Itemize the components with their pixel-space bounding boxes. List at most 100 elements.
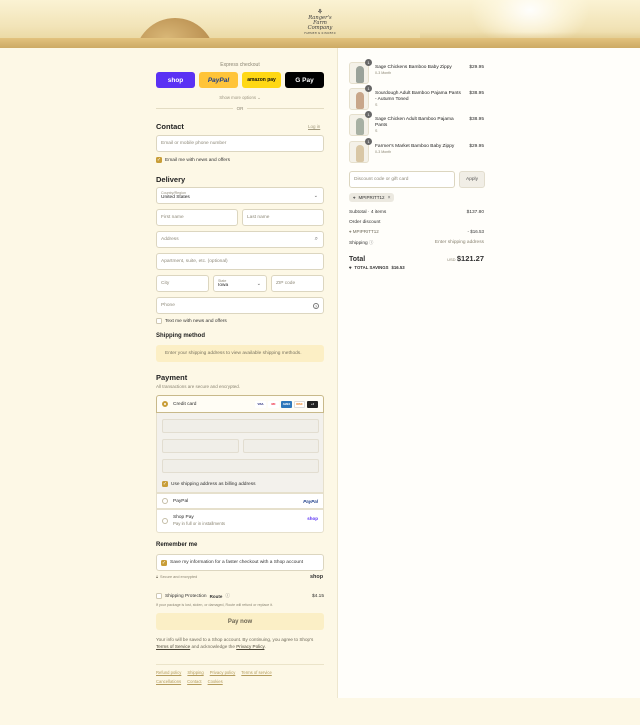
paypal-logo: PayPal — [303, 498, 318, 504]
discount-input[interactable]: Discount code or gift card — [349, 171, 455, 188]
state-select[interactable]: State Iowa ⌄ — [213, 275, 267, 292]
item-price: $29.95 — [469, 65, 484, 70]
subtotal-row: Subtotal · 4 items $137.80 — [349, 210, 484, 215]
quantity-badge: 1 — [365, 138, 372, 145]
card-fields-panel: ✓ Use shipping address as billing address — [156, 413, 324, 493]
shipping-link[interactable]: Shipping — [187, 670, 203, 675]
radio-empty-icon — [162, 518, 168, 524]
first-name-placeholder: First name — [161, 215, 184, 220]
savings-label: TOTAL SAVINGS — [354, 265, 389, 270]
city-input[interactable]: City — [156, 275, 209, 292]
privacy-policy-link[interactable]: Privacy policy — [210, 670, 236, 675]
cancellations-link[interactable]: Cancellations — [156, 679, 181, 684]
chevron-down-icon: ⌄ — [256, 281, 261, 287]
name-on-card-input[interactable] — [162, 459, 319, 473]
paypal-option[interactable]: PayPal PayPal — [156, 493, 324, 509]
billing-checkbox[interactable]: ✓ Use shipping address as billing address — [162, 481, 256, 487]
state-value: Iowa — [218, 283, 229, 288]
tag-icon: ⌖ — [349, 265, 352, 270]
paypal-label: PayPal — [173, 498, 189, 504]
item-name: Sourdough Adult Bamboo Pajama Pants - Au… — [375, 91, 461, 102]
apartment-placeholder: Apartment, suite, etc. (optional) — [161, 259, 228, 264]
quantity-badge: 1 — [365, 59, 372, 66]
contact-title: Contact — [156, 122, 184, 131]
card-number-input[interactable] — [162, 419, 319, 433]
text-news-checkbox[interactable]: Text me with news and offers — [156, 318, 227, 324]
tag-icon: ⌖ — [353, 195, 356, 200]
footer-links-row-2: Cancellations Contact Cookies — [156, 679, 324, 684]
refund-policy-link[interactable]: Refund policy — [156, 670, 181, 675]
paypal-button[interactable]: PayPal — [199, 72, 238, 88]
remember-box[interactable]: ✓ Save my information for a faster check… — [156, 554, 324, 571]
item-name: Sage Chickens Bamboo Baby Zippy — [375, 65, 452, 70]
shipping-notice: Enter your shipping address to view avai… — [156, 345, 324, 362]
checkbox-empty-icon — [156, 318, 162, 324]
lock-icon: 🔒︎ — [156, 575, 159, 579]
item-variant: 0-3 Month — [375, 71, 392, 75]
info-icon[interactable]: ⓘ — [225, 593, 230, 599]
order-discount-label: Order discount — [349, 220, 381, 225]
discover-icon: DISC — [294, 400, 305, 408]
pay-now-button[interactable]: Pay now — [156, 613, 324, 630]
secure-note: 🔒︎ Secure and encrypted — [156, 575, 197, 579]
brand-logo[interactable]: ⚘ Ranger's Farm Company FARMER & KINDRED — [302, 9, 338, 36]
first-name-input[interactable]: First name — [156, 209, 238, 226]
total-label: Total — [349, 256, 366, 263]
checkbox-checked-icon: ✓ — [161, 559, 167, 566]
apartment-input[interactable]: Apartment, suite, etc. (optional) — [156, 253, 324, 270]
legal-text: Your info will be saved to a Shop accoun… — [156, 637, 314, 649]
total-row: Total USD $121.27 — [349, 254, 484, 263]
shipping-protection-checkbox[interactable]: Shipping Protection Route ⓘ — [156, 593, 230, 599]
item-price: $29.95 — [469, 144, 484, 149]
chevron-down-icon: ⌄ — [313, 193, 318, 199]
product-figure — [356, 66, 364, 83]
apply-button[interactable]: Apply — [459, 171, 485, 188]
login-link[interactable]: Log in — [308, 124, 320, 129]
item-variant: S — [375, 103, 378, 107]
help-icon[interactable]: ? — [313, 303, 319, 309]
visa-icon: VISA — [255, 400, 266, 408]
country-value: United States — [161, 195, 190, 200]
product-figure — [356, 118, 364, 135]
applied-code: MPIPRITT12 — [352, 229, 379, 234]
shop-pay-option[interactable]: Shop Pay Pay in full or in installments … — [156, 509, 324, 533]
security-code-input[interactable] — [243, 439, 319, 453]
terms-link[interactable]: Terms of Service — [156, 644, 190, 649]
email-news-checkbox[interactable]: ✓ Email me with news and offers — [156, 157, 230, 163]
remember-label: Save my information for a faster checkou… — [170, 560, 304, 565]
discount-tag: ⌖ MPIPRITT12 × — [349, 193, 395, 202]
header-banner: ⚘ Ranger's Farm Company FARMER & KINDRED — [0, 0, 640, 48]
shop-pay-button[interactable]: shop — [156, 72, 195, 88]
savings-value: $16.53 — [391, 265, 405, 270]
phone-input[interactable]: Phone? — [156, 297, 324, 314]
terms-of-service-link[interactable]: Terms of service — [241, 670, 271, 675]
email-input[interactable]: Email or mobile phone number — [156, 135, 324, 152]
product-figure — [356, 145, 364, 162]
shop-logo-small: shop — [310, 574, 324, 580]
google-pay-button[interactable]: G Pay — [285, 72, 324, 88]
shop-logo: shop — [307, 515, 318, 521]
credit-card-label: Credit card — [173, 401, 197, 407]
credit-card-option[interactable]: Credit card VISA MC AMEX DISC +4 — [156, 395, 324, 413]
cart-item: 1 Sourdough Adult Bamboo Pajama Pants - … — [349, 85, 484, 110]
amazon-pay-button[interactable]: amazon pay — [242, 72, 281, 88]
zip-input[interactable]: ZIP code — [271, 275, 324, 292]
help-icon[interactable]: ⓘ — [369, 240, 373, 245]
total-savings: ⌖ TOTAL SAVINGS $16.53 — [349, 265, 405, 270]
remove-discount-icon[interactable]: × — [388, 195, 391, 201]
text-news-label: Text me with news and offers — [165, 318, 227, 324]
show-more-options[interactable]: Show more options ⌄ — [156, 95, 324, 101]
contact-link[interactable]: Contact — [187, 679, 201, 684]
cart-item: 1 Sage Chicken Adult Bamboo Pajama Pants… — [349, 111, 484, 136]
logo-tagline: FARMER & KINDRED — [304, 32, 336, 35]
expiry-input[interactable] — [162, 439, 239, 453]
country-select[interactable]: Country/Region United States ⌄ — [156, 187, 324, 204]
last-name-input[interactable]: Last name — [242, 209, 324, 226]
logo-line-2: Farm Company — [307, 20, 333, 31]
item-variant: S — [375, 129, 378, 133]
cookies-link[interactable]: Cookies — [208, 679, 223, 684]
privacy-link[interactable]: Privacy Policy — [236, 644, 264, 649]
shipping-method-title: Shipping method — [156, 333, 205, 339]
address-input[interactable]: Address ⌕ — [156, 231, 324, 248]
checkbox-checked-icon: ✓ — [156, 157, 162, 163]
